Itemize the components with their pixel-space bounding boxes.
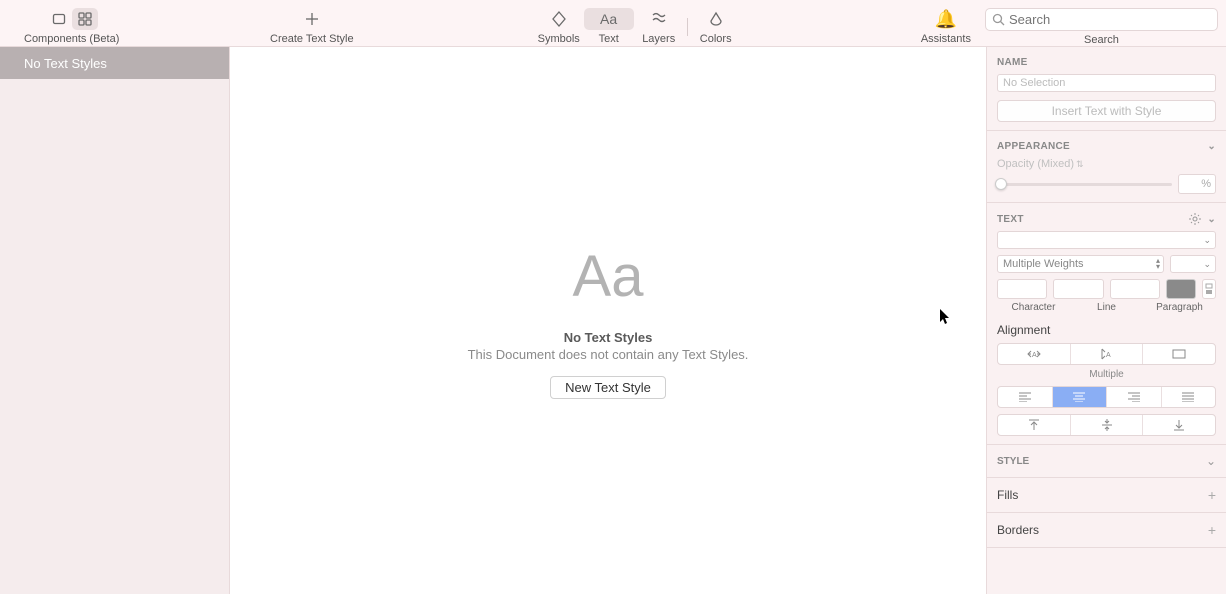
fills-label: Fills	[997, 488, 1018, 502]
font-family-select[interactable]: ⌄	[997, 231, 1216, 249]
text-header: TEXT	[997, 214, 1024, 225]
alignment-header: Alignment	[997, 323, 1216, 337]
toolbar: Components (Beta) Create Text Style Symb…	[0, 0, 1226, 47]
align-left-button[interactable]	[998, 387, 1053, 407]
chevron-down-icon[interactable]: ⌄	[1207, 214, 1216, 225]
svg-text:Aa: Aa	[600, 11, 617, 27]
svg-text:A: A	[1032, 352, 1037, 359]
paragraph-spacing-input[interactable]	[1110, 279, 1160, 299]
layers-tab[interactable]	[634, 8, 684, 30]
text-label: Text	[599, 33, 619, 45]
stepper-icon[interactable]: ▴▾	[1156, 258, 1160, 270]
font-weight-value: Multiple Weights	[1003, 258, 1084, 270]
symbols-label: Symbols	[538, 33, 580, 45]
style-section-header[interactable]: STYLE ⌄	[987, 445, 1226, 478]
chevron-down-icon[interactable]: ⌄	[1206, 454, 1216, 468]
layers-label: Layers	[642, 33, 675, 45]
colors-tab[interactable]	[691, 8, 741, 30]
font-weight-select[interactable]: Multiple Weights ▴▾	[997, 255, 1164, 273]
view-grid-icon[interactable]	[72, 8, 98, 30]
fills-row[interactable]: Fills +	[987, 478, 1226, 513]
align-right-button[interactable]	[1107, 387, 1162, 407]
create-label: Create Text Style	[270, 33, 354, 45]
search-input[interactable]	[1009, 12, 1211, 27]
opacity-value[interactable]: %	[1178, 174, 1216, 194]
character-label: Character	[997, 302, 1070, 313]
align-auto-height-button[interactable]: A	[1071, 344, 1144, 364]
text-color-swatch[interactable]	[1166, 279, 1196, 299]
view-single-icon[interactable]	[46, 8, 72, 30]
appearance-header: APPEARANCE	[997, 141, 1070, 152]
assistants-button[interactable]: 🔔	[921, 8, 971, 30]
components-label: Components (Beta)	[24, 33, 119, 45]
align-auto-width-button[interactable]: A	[998, 344, 1071, 364]
insert-text-button[interactable]: Insert Text with Style	[997, 100, 1216, 122]
style-label: STYLE	[997, 456, 1029, 467]
borders-label: Borders	[997, 523, 1039, 537]
align-center-button[interactable]	[1053, 387, 1108, 407]
valign-middle-button[interactable]	[1071, 415, 1144, 435]
colors-label: Colors	[700, 33, 732, 45]
valign-top-button[interactable]	[998, 415, 1071, 435]
character-spacing-input[interactable]	[997, 279, 1047, 299]
paragraph-label: Paragraph	[1143, 302, 1216, 313]
line-height-input[interactable]	[1053, 279, 1103, 299]
opacity-label: Opacity (Mixed)	[997, 158, 1074, 170]
search-icon	[992, 13, 1005, 26]
line-label: Line	[1070, 302, 1143, 313]
new-text-style-button[interactable]: New Text Style	[550, 376, 666, 399]
name-header: NAME	[997, 57, 1216, 68]
empty-title: No Text Styles	[564, 330, 653, 345]
valign-bottom-button[interactable]	[1143, 415, 1215, 435]
chevron-down-icon[interactable]: ⌄	[1207, 141, 1216, 152]
text-style-glyph: Aa	[573, 243, 644, 310]
canvas: Aa No Text Styles This Document does not…	[230, 47, 986, 594]
opacity-stepper-icon[interactable]: ⇅	[1076, 159, 1084, 170]
search-field[interactable]	[985, 8, 1218, 31]
name-input[interactable]	[997, 74, 1216, 92]
sidebar-item-no-styles[interactable]: No Text Styles	[0, 47, 229, 79]
svg-text:A: A	[1106, 352, 1111, 359]
align-fixed-button[interactable]	[1143, 344, 1215, 364]
inspector: NAME Insert Text with Style APPEARANCE ⌄…	[986, 47, 1226, 594]
plus-icon[interactable]: +	[1208, 522, 1216, 538]
opacity-slider[interactable]	[997, 183, 1172, 186]
symbols-tab[interactable]	[534, 8, 584, 30]
align-justify-button[interactable]	[1162, 387, 1216, 407]
borders-row[interactable]: Borders +	[987, 513, 1226, 548]
toolbar-separator	[687, 18, 688, 36]
create-text-style-button[interactable]	[287, 8, 337, 30]
search-label: Search	[985, 34, 1218, 46]
empty-subtitle: This Document does not contain any Text …	[468, 347, 749, 362]
text-tab[interactable]: Aa	[584, 8, 634, 30]
font-size-select[interactable]: ⌄	[1170, 255, 1216, 273]
assistants-label: Assistants	[921, 33, 971, 45]
sidebar: No Text Styles	[0, 47, 230, 594]
gear-icon[interactable]	[1189, 213, 1201, 225]
cursor-icon	[940, 309, 952, 325]
color-options-icon[interactable]	[1202, 279, 1216, 299]
alignment-multiple-label: Multiple	[997, 369, 1216, 380]
plus-icon[interactable]: +	[1208, 487, 1216, 503]
